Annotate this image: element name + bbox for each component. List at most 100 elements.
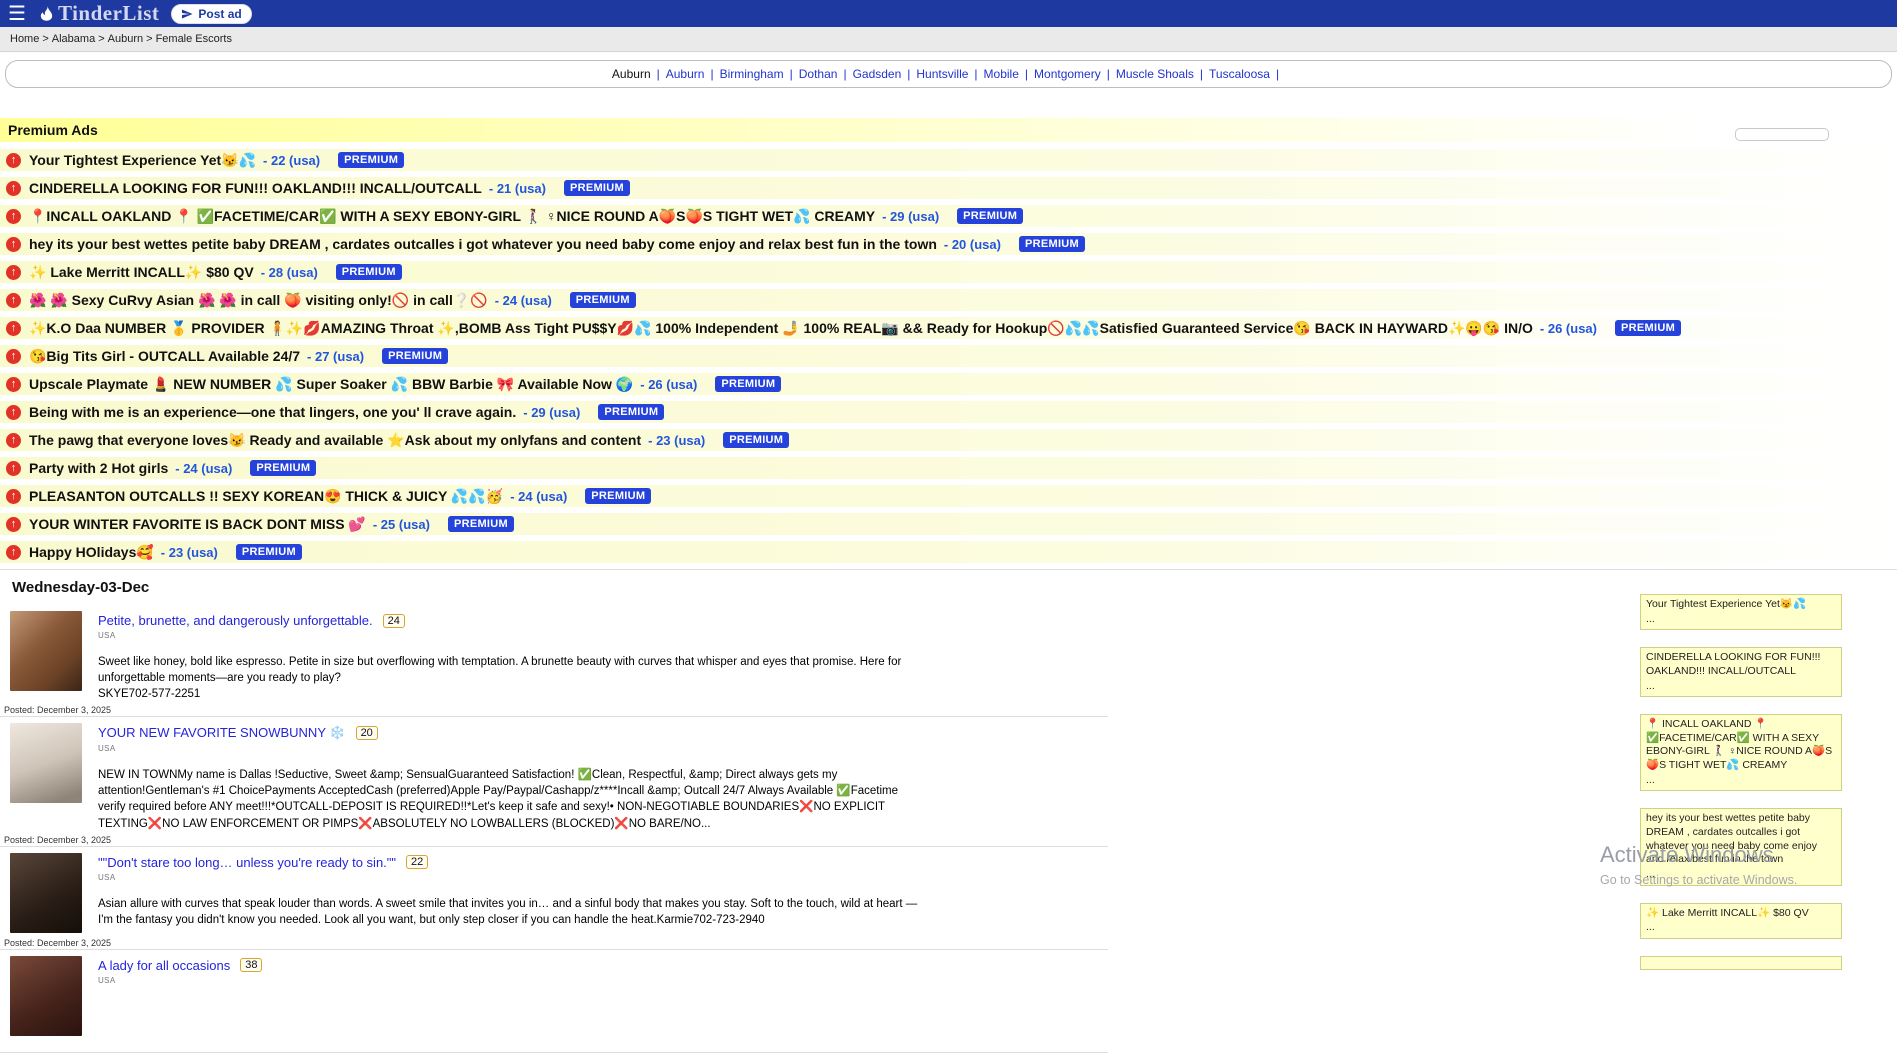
up-arrow-icon: ↑ [6,377,21,392]
menu-icon[interactable]: ☰ [8,4,26,24]
listing-title-link[interactable]: Petite, brunette, and dangerously unforg… [98,613,373,628]
premium-ad-row[interactable]: ↑ CINDERELLA LOOKING FOR FUN!!! OAKLAND!… [0,177,1897,199]
premium-ad-age[interactable]: - 21 (usa) [489,181,546,196]
listing-photo[interactable] [10,611,82,691]
premium-ad-title[interactable]: 📍INCALL OAKLAND 📍 ✅FACETIME/CAR✅ WITH A … [29,208,875,225]
breadcrumb-item[interactable]: Female Escorts> [156,33,232,45]
post-ad-button[interactable]: Post ad [171,4,251,24]
premium-ad-age[interactable]: - 29 (usa) [882,209,939,224]
premium-ad-row[interactable]: ↑ ✨ Lake Merritt INCALL✨ $80 QV - 28 (us… [0,261,1897,283]
premium-ad-row[interactable]: ↑ PLEASANTON OUTCALLS !! SEXY KOREAN😍 TH… [0,485,1897,507]
city-link[interactable]: Auburn [666,67,705,81]
city-link[interactable]: Tuscaloosa [1209,67,1270,81]
city-link[interactable]: Gadsden [853,67,902,81]
listing-row[interactable]: ""Don't stare too long… unless you're re… [0,847,1108,950]
premium-ad-age[interactable]: - 23 (usa) [161,545,218,560]
premium-ad-age[interactable]: - 26 (usa) [640,377,697,392]
premium-ad-age[interactable]: - 24 (usa) [510,489,567,504]
premium-ad-age[interactable]: - 26 (usa) [1540,321,1597,336]
breadcrumb-item[interactable]: Alabama> [52,33,108,45]
premium-ad-age[interactable]: - 25 (usa) [373,517,430,532]
premium-ad-title[interactable]: Party with 2 Hot girls [29,460,168,476]
listing-title-link[interactable]: YOUR NEW FAVORITE SNOWBUNNY ❄️ [98,725,346,741]
city-link[interactable]: Mobile [984,67,1019,81]
premium-ad-age[interactable]: - 29 (usa) [523,405,580,420]
sidebar-ad-card-partial[interactable] [1640,956,1842,970]
breadcrumb-link[interactable]: Female Escorts [156,33,232,45]
premium-ad-title[interactable]: hey its your best wettes petite baby DRE… [29,236,937,252]
premium-ad-row[interactable]: ↑ hey its your best wettes petite baby D… [0,233,1897,255]
premium-badge: PREMIUM [448,516,514,532]
breadcrumb-item[interactable]: Auburn> [108,33,156,45]
sidebar-ad-title[interactable]: ✨ Lake Merritt INCALL✨ $80 QV [1646,907,1836,921]
city-separator: | [790,67,793,81]
listing-title-row: A lady for all occasions 38 [98,958,1108,973]
premium-ad-title[interactable]: 🌺 🌺 Sexy CuRvy Asian 🌺 🌺 in call 🍑 visit… [29,292,488,309]
premium-ad-row[interactable]: ↑ The pawg that everyone loves😼 Ready an… [0,429,1897,451]
premium-ad-age[interactable]: - 28 (usa) [261,265,318,280]
sidebar-ad-card[interactable]: hey its your best wettes petite baby DRE… [1640,808,1842,885]
breadcrumb-link[interactable]: Auburn [108,33,143,45]
listing-row[interactable]: A lady for all occasions 38 USA [0,950,1108,1053]
listing-row[interactable]: Petite, brunette, and dangerously unforg… [0,605,1108,717]
up-arrow-icon: ↑ [6,489,21,504]
listing-title-row: YOUR NEW FAVORITE SNOWBUNNY ❄️ 20 [98,725,1108,741]
premium-ad-title[interactable]: Happy HOlidays🥰 [29,544,154,561]
premium-ad-age[interactable]: - 24 (usa) [495,293,552,308]
premium-ad-row[interactable]: ↑ Your Tightest Experience Yet😼💦 - 22 (u… [0,149,1897,171]
premium-ad-title[interactable]: Being with me is an experience—one that … [29,404,516,420]
city-link-item: Tuscaloosa | [1209,67,1285,81]
listing-photo[interactable] [10,723,82,803]
sidebar-ad-card[interactable]: CINDERELLA LOOKING FOR FUN!!! OAKLAND!!!… [1640,647,1842,697]
breadcrumb-link[interactable]: Home [10,33,39,45]
city-link[interactable]: Montgomery [1034,67,1101,81]
scrollbar-thumb[interactable] [1735,128,1829,141]
listing-title-link[interactable]: ""Don't stare too long… unless you're re… [98,855,396,870]
premium-ad-title[interactable]: Your Tightest Experience Yet😼💦 [29,152,256,169]
premium-ad-age[interactable]: - 22 (usa) [263,153,320,168]
premium-ad-row[interactable]: ↑ Happy HOlidays🥰 - 23 (usa) PREMIUM [0,541,1897,563]
premium-ad-title[interactable]: ✨ Lake Merritt INCALL✨ $80 QV [29,264,254,281]
city-link[interactable]: Muscle Shoals [1116,67,1194,81]
premium-ad-row[interactable]: ↑ Party with 2 Hot girls - 24 (usa) PREM… [0,457,1897,479]
premium-ad-age[interactable]: - 23 (usa) [648,433,705,448]
sidebar-ad-title[interactable]: hey its your best wettes petite baby DRE… [1646,812,1836,867]
sidebar-ad-card[interactable]: Your Tightest Experience Yet😼💦 ... [1640,594,1842,630]
city-link[interactable]: Birmingham [720,67,784,81]
premium-ad-title[interactable]: 😘Big Tits Girl - OUTCALL Available 24/7 [29,348,300,365]
premium-ads-list: ↑ Your Tightest Experience Yet😼💦 - 22 (u… [0,149,1897,563]
premium-ad-row[interactable]: ↑ 📍INCALL OAKLAND 📍 ✅FACETIME/CAR✅ WITH … [0,205,1897,227]
sidebar-ad-title[interactable]: Your Tightest Experience Yet😼💦 [1646,598,1836,612]
sidebar-ad-card[interactable]: ✨ Lake Merritt INCALL✨ $80 QV ... [1640,903,1842,939]
listing-title-link[interactable]: A lady for all occasions [98,958,230,973]
premium-ad-title[interactable]: Upscale Playmate 💄 NEW NUMBER 💦 Super So… [29,376,633,393]
premium-ad-title[interactable]: The pawg that everyone loves😼 Ready and … [29,432,641,449]
sidebar-ad-title[interactable]: 📍 INCALL OAKLAND 📍 ✅FACETIME/CAR✅ WITH A… [1646,718,1836,773]
breadcrumb-item[interactable]: Home> [10,33,52,45]
listing-row[interactable]: YOUR NEW FAVORITE SNOWBUNNY ❄️ 20 USA NE… [0,717,1108,846]
listings-list: Petite, brunette, and dangerously unforg… [0,605,1108,1053]
brand-logo[interactable]: TinderList [38,1,159,26]
listing-photo[interactable] [10,956,82,1036]
premium-ad-row[interactable]: ↑ 😘Big Tits Girl - OUTCALL Available 24/… [0,345,1897,367]
premium-ad-row[interactable]: ↑ Being with me is an experience—one tha… [0,401,1897,423]
city-link[interactable]: Dothan [799,67,838,81]
premium-ad-row[interactable]: ↑ 🌺 🌺 Sexy CuRvy Asian 🌺 🌺 in call 🍑 vis… [0,289,1897,311]
premium-ad-age[interactable]: - 20 (usa) [944,237,1001,252]
city-link[interactable]: Huntsville [916,67,968,81]
sidebar-ad-card[interactable]: 📍 INCALL OAKLAND 📍 ✅FACETIME/CAR✅ WITH A… [1640,714,1842,791]
premium-ad-title[interactable]: CINDERELLA LOOKING FOR FUN!!! OAKLAND!!!… [29,180,482,196]
listing-photo[interactable] [10,853,82,933]
premium-ad-title[interactable]: PLEASANTON OUTCALLS !! SEXY KOREAN😍 THIC… [29,488,503,505]
premium-ad-row[interactable]: ↑ Upscale Playmate 💄 NEW NUMBER 💦 Super … [0,373,1897,395]
city-link-item: Gadsden | [853,67,917,81]
premium-ad-age[interactable]: - 24 (usa) [175,461,232,476]
premium-ad-row[interactable]: ↑ YOUR WINTER FAVORITE IS BACK DONT MISS… [0,513,1897,535]
premium-ad-age[interactable]: - 27 (usa) [307,349,364,364]
premium-ad-row[interactable]: ↑ ✨K.O Daa NUMBER 🥇 PROVIDER 🧍✨💋AMAZING … [0,317,1897,339]
listing-posted-date: Posted: December 3, 2025 [4,705,111,715]
premium-ad-title[interactable]: ✨K.O Daa NUMBER 🥇 PROVIDER 🧍✨💋AMAZING Th… [29,320,1533,337]
breadcrumb-link[interactable]: Alabama [52,33,95,45]
premium-ad-title[interactable]: YOUR WINTER FAVORITE IS BACK DONT MISS 💕 [29,516,366,533]
sidebar-ad-title[interactable]: CINDERELLA LOOKING FOR FUN!!! OAKLAND!!!… [1646,651,1836,678]
